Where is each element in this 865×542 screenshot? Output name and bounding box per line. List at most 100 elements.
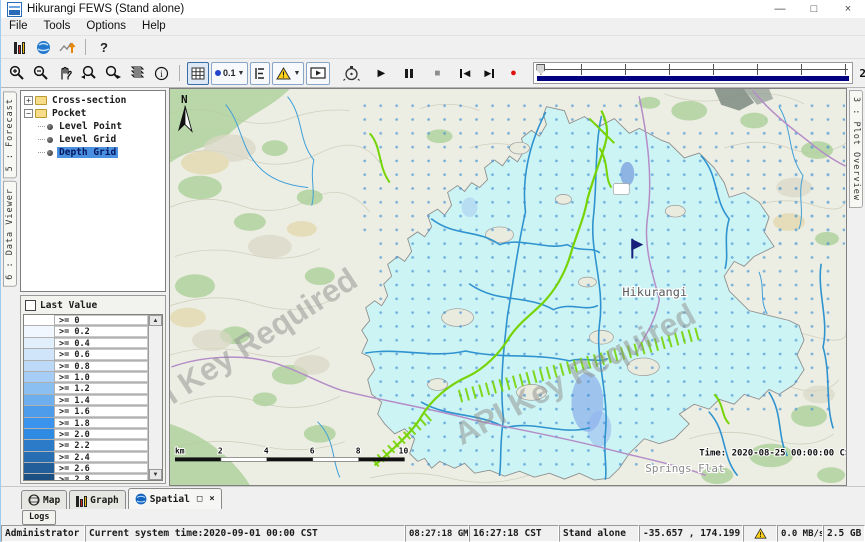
legend-value: >= 0.6 — [55, 349, 148, 359]
zoom-in-icon[interactable] — [5, 63, 29, 83]
left-tab-strip: 5 : Forecast 6 : Data Viewer — [1, 88, 19, 486]
app-window: Hikurangi FEWS (Stand alone) — □ × File … — [0, 0, 865, 542]
tree-item-cross-section[interactable]: + Cross-section — [23, 94, 165, 107]
legend-row[interactable]: >= 2.0 — [24, 429, 148, 440]
legend-row[interactable]: >= 2.2 — [24, 440, 148, 451]
record-button[interactable]: ● — [501, 63, 525, 83]
svg-text:10: 10 — [399, 447, 409, 456]
status-mode: Stand alone — [559, 525, 639, 542]
legend-swatch — [24, 429, 55, 439]
legend-row[interactable]: >= 0.6 — [24, 349, 148, 360]
help-button[interactable]: ? — [92, 40, 116, 55]
map-display-globe-icon[interactable] — [31, 37, 55, 57]
minimize-button[interactable]: — — [763, 0, 797, 18]
menu-options[interactable]: Options — [78, 18, 134, 35]
tree-item-level-point[interactable]: Level Point — [38, 120, 165, 133]
zoom-out-icon[interactable] — [29, 63, 53, 83]
node-bullet-icon — [47, 150, 53, 156]
menu-file[interactable]: File — [1, 18, 36, 35]
tree-item-level-grid[interactable]: Level Grid — [38, 133, 165, 146]
legend-swatch — [24, 418, 55, 428]
scroll-down-icon[interactable]: ▼ — [149, 469, 162, 480]
legend-row[interactable]: >= 1.2 — [24, 383, 148, 394]
legend-row[interactable]: >= 2.4 — [24, 452, 148, 463]
map-view[interactable]: API Key Required API Key Required N Hiku… — [169, 88, 847, 486]
maximize-button[interactable]: □ — [797, 0, 831, 18]
last-value-row[interactable]: Last Value — [23, 298, 163, 313]
main-area: 5 : Forecast 6 : Data Viewer + Cross-sec… — [1, 88, 865, 486]
scroll-up-icon[interactable]: ▲ — [149, 315, 162, 326]
road-shield — [613, 184, 629, 195]
legend-row[interactable]: >= 0.4 — [24, 338, 148, 349]
expander-plus-icon[interactable]: + — [24, 96, 33, 105]
legend-scrollbar[interactable]: ▲ ▼ — [148, 315, 162, 480]
tree-item-pocket[interactable]: − Pocket — [23, 107, 165, 120]
logs-button[interactable]: Logs — [22, 510, 56, 525]
label-threshold-dropdown[interactable]: 0.1 ▼ — [211, 62, 248, 85]
status-local-time: 16:27:18 CST — [469, 525, 559, 542]
tab-map[interactable]: Map — [21, 490, 67, 509]
tab-data-viewer[interactable]: 6 : Data Viewer — [3, 181, 17, 287]
zoom-previous-icon[interactable] — [77, 63, 101, 83]
animation-timer-icon[interactable] — [339, 63, 363, 83]
expander-minus-icon[interactable]: − — [24, 109, 33, 118]
tree-item-label: Level Grid — [57, 134, 118, 145]
tab-map-label: Map — [43, 495, 60, 506]
skip-to-start-button[interactable]: ◀ — [453, 63, 477, 83]
data-viewer-panel: + Cross-section − Pocket Level Point — [19, 88, 169, 486]
pan-hand-icon[interactable] — [53, 63, 77, 83]
legend-row[interactable]: >= 2.8 — [24, 474, 148, 480]
legend-swatch — [24, 406, 55, 416]
status-network-speed: 0.0 MB/s — [777, 525, 823, 542]
legend-row[interactable]: >= 1.4 — [24, 395, 148, 406]
legend-row[interactable]: >= 1.8 — [24, 418, 148, 429]
legend-toggle-button[interactable] — [250, 62, 270, 85]
status-warning-cell[interactable]: ! — [743, 525, 777, 542]
label-dot-icon — [215, 70, 221, 76]
legend-row[interactable]: >= 2.6 — [24, 463, 148, 474]
memory-label: 2.5 GB — [827, 528, 861, 539]
warning-threshold-dropdown[interactable]: ! ▼ — [272, 62, 304, 85]
menu-bar: File Tools Options Help — [1, 18, 865, 36]
timeline-slider[interactable] — [533, 62, 853, 84]
chevron-down-icon: ▼ — [238, 70, 245, 77]
legend-row[interactable]: >= 0.8 — [24, 361, 148, 372]
status-system-time: Current system time:2020-09-01 00:00 CST — [85, 525, 405, 542]
tab-plot-overview[interactable]: 3 : Plot Overview — [849, 90, 863, 208]
timeline-datetime: 2020-08-25 00:00:00 CST — [859, 67, 865, 80]
tab-forecast[interactable]: 5 : Forecast — [3, 91, 17, 178]
tab-spatial[interactable]: Spatial □ × — [128, 488, 222, 509]
play-button[interactable]: ▶ — [369, 63, 393, 83]
grid-display-button[interactable] — [187, 62, 209, 85]
pause-button[interactable] — [397, 63, 421, 83]
svg-text:6: 6 — [310, 447, 315, 456]
legend-swatch — [24, 349, 55, 359]
skip-to-end-button[interactable]: ▶ — [477, 63, 501, 83]
stop-button[interactable]: ■ — [425, 63, 449, 83]
svg-text:2: 2 — [218, 447, 223, 456]
database-icon[interactable] — [7, 37, 31, 57]
layers-icon[interactable] — [125, 63, 149, 83]
zoom-next-icon[interactable] — [101, 63, 125, 83]
undock-icon[interactable]: □ — [197, 494, 202, 504]
menu-help[interactable]: Help — [134, 18, 174, 35]
legend-row[interactable]: >= 1.0 — [24, 372, 148, 383]
menu-tools[interactable]: Tools — [36, 18, 79, 35]
info-icon[interactable]: i — [149, 63, 173, 83]
legend-swatch — [24, 440, 55, 450]
map-svg[interactable]: API Key Required API Key Required N Hiku… — [170, 89, 846, 485]
tab-graph[interactable]: Graph — [69, 490, 126, 509]
last-value-label: Last Value — [40, 300, 97, 311]
timeseries-chart-icon[interactable] — [55, 37, 79, 57]
close-tab-icon[interactable]: × — [209, 494, 214, 504]
status-memory: 2.5 GB — [823, 525, 865, 542]
last-value-checkbox[interactable] — [25, 300, 36, 311]
legend-row[interactable]: >= 0 — [24, 315, 148, 326]
tree-item-depth-grid[interactable]: Depth Grid — [38, 146, 165, 159]
close-button[interactable]: × — [831, 0, 865, 18]
legend-row[interactable]: >= 1.6 — [24, 406, 148, 417]
animation-panel-button[interactable] — [306, 62, 330, 85]
legend-value: >= 1.8 — [55, 418, 148, 428]
legend-row[interactable]: >= 0.2 — [24, 326, 148, 337]
legend-value: >= 1.0 — [55, 372, 148, 382]
